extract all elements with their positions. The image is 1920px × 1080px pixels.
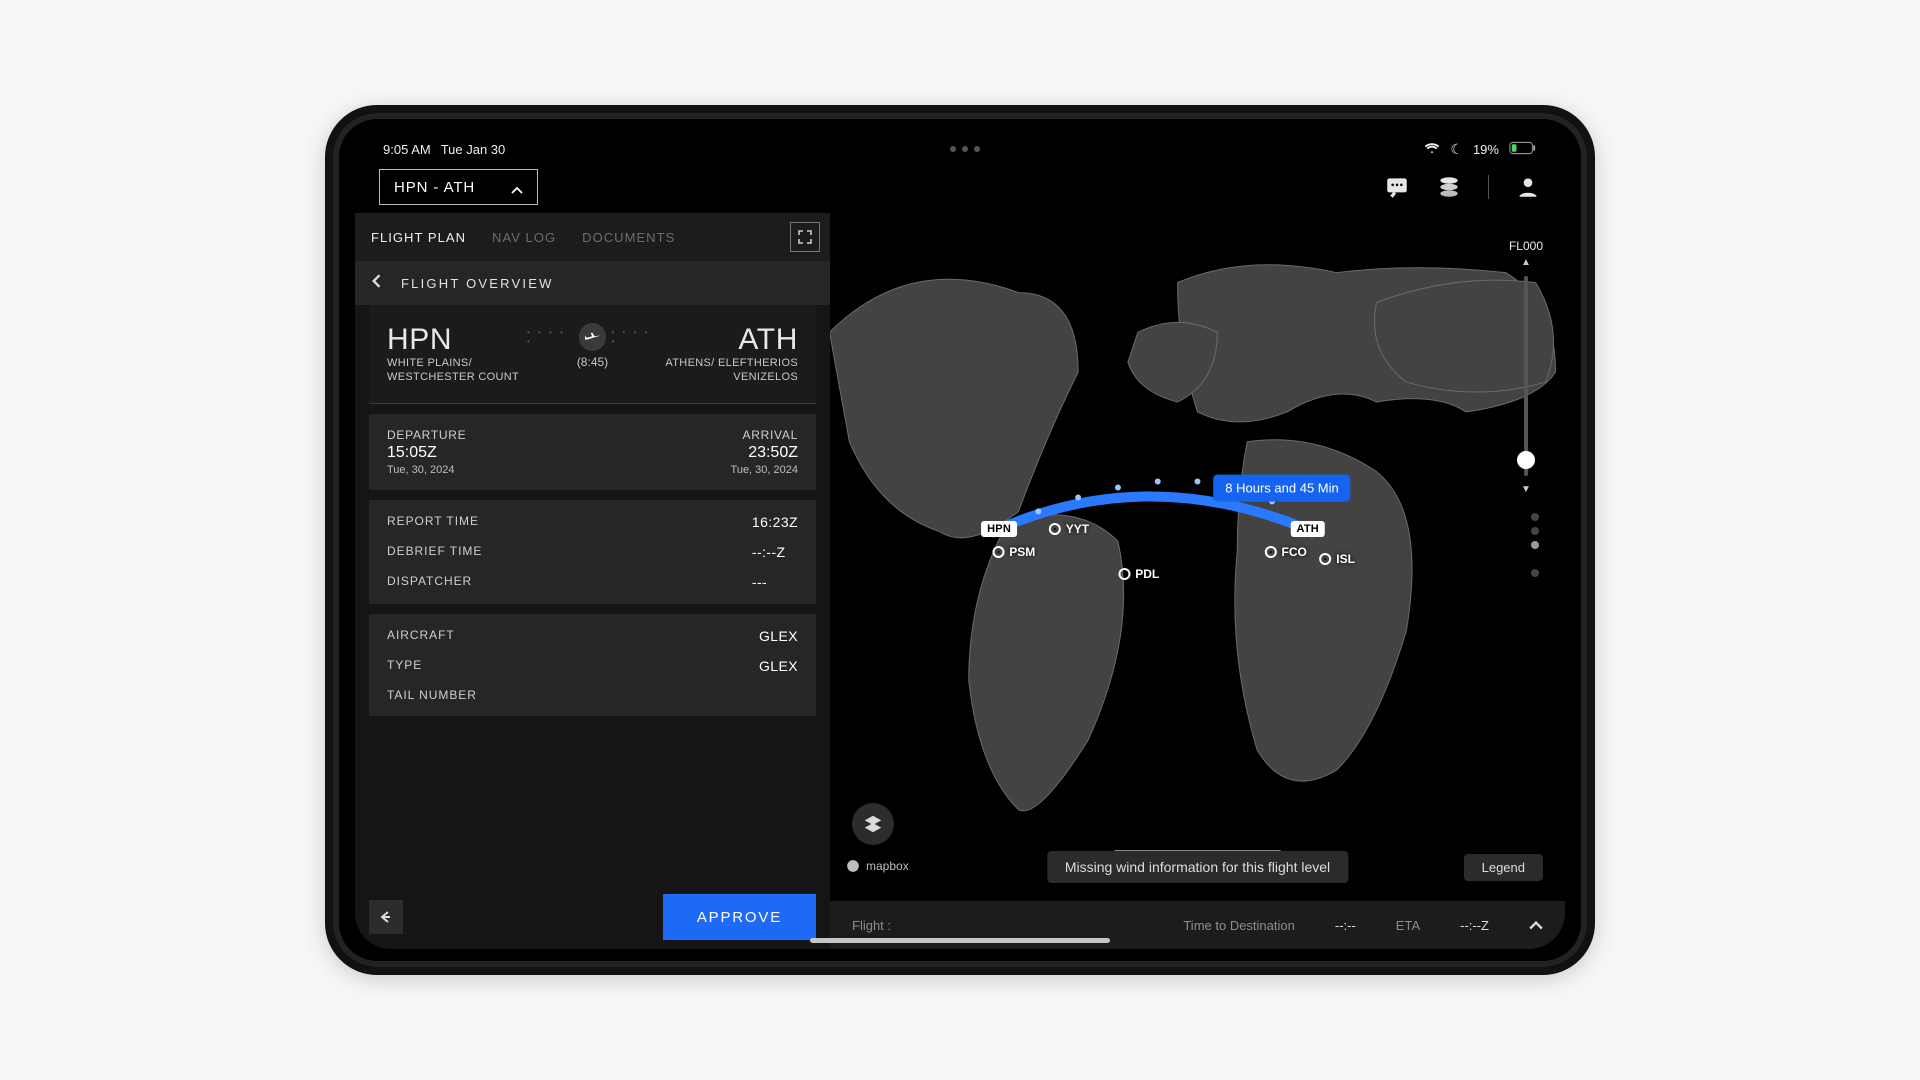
debrief-time: --:--Z [752, 544, 798, 560]
route-card: HPN WHITE PLAINS/ WESTCHESTER COUNT • • … [369, 305, 816, 404]
departure-label: DEPARTURE [387, 428, 466, 442]
times-card: DEPARTURE 15:05Z Tue, 30, 2024 ARRIVAL 2… [369, 414, 816, 490]
world-map[interactable] [830, 213, 1565, 949]
origin-code: HPN [387, 323, 452, 357]
tail-value [759, 688, 798, 702]
status-time: 9:05 AM [383, 142, 431, 157]
dispatcher-label: DISPATCHER [387, 574, 752, 590]
plane-icon [579, 323, 605, 351]
side-panel-tabs: FLIGHT PLAN NAV LOG DOCUMENTS [355, 213, 830, 261]
altitude-dots[interactable] [1531, 513, 1539, 577]
bottom-bar: APPROVE [355, 885, 830, 949]
tail-label: TAIL NUMBER [387, 688, 759, 702]
flight-level-slider[interactable]: FL000 ▲ ▼ [1509, 239, 1543, 495]
departure-time: 15:05Z [387, 444, 466, 462]
crew-card: REPORT TIME 16:23Z DEBRIEF TIME --:--Z D… [369, 500, 816, 604]
expand-button[interactable] [790, 222, 820, 252]
debrief-label: DEBRIEF TIME [387, 544, 752, 560]
route-selector[interactable]: HPN - ATH [379, 169, 538, 205]
subhead-title: FLIGHT OVERVIEW [401, 276, 554, 291]
waypoint-pdl[interactable]: PDL [1118, 567, 1159, 581]
aircraft-card: AIRCRAFT GLEX TYPE GLEX TAIL NUMBER [369, 614, 816, 716]
data-layers-button[interactable] [1436, 174, 1462, 200]
flight-label: Flight : [852, 918, 891, 933]
dest-name: ATHENS/ ELEFTHERIOS VENIZELOS [658, 357, 798, 385]
status-bar: 9:05 AM Tue Jan 30 ☾ 19% [383, 137, 1537, 161]
arrival-date: Tue, 30, 2024 [731, 464, 798, 476]
subhead[interactable]: FLIGHT OVERVIEW [355, 261, 830, 305]
map-attribution: mapbox [846, 859, 909, 873]
map-area[interactable]: HPN ATH 8 Hours and 45 Min PSM YYT PDL F… [830, 213, 1565, 949]
map-dest-pill[interactable]: ATH [1291, 521, 1325, 537]
status-left: 9:05 AM Tue Jan 30 [383, 142, 505, 157]
arrival-time: 23:50Z [748, 444, 798, 462]
tab-nav-log[interactable]: NAV LOG [492, 230, 556, 245]
aircraft-value: GLEX [759, 628, 798, 644]
back-button[interactable] [369, 900, 403, 934]
dash-right: • • • • • [612, 328, 658, 346]
moon-icon: ☾ [1450, 141, 1463, 158]
profile-button[interactable] [1515, 174, 1541, 200]
mapbox-label: mapbox [866, 859, 909, 873]
flight-duration: (8:45) [577, 355, 608, 369]
status-right: ☾ 19% [1424, 140, 1537, 159]
dest-code: ATH [738, 323, 798, 357]
report-time-label: REPORT TIME [387, 514, 752, 530]
legend-button[interactable]: Legend [1464, 854, 1543, 881]
slider-track[interactable] [1524, 276, 1528, 476]
eta-value: --:--Z [1460, 918, 1489, 933]
app-bar: HPN - ATH [379, 161, 1541, 213]
chevron-up-icon[interactable]: ▲ [1521, 257, 1531, 268]
wind-toast: Missing wind information for this flight… [1047, 851, 1348, 883]
battery-icon [1509, 141, 1537, 158]
waypoint-isl[interactable]: ISL [1319, 552, 1355, 566]
ttd-value: --:-- [1335, 918, 1356, 933]
departure-date: Tue, 30, 2024 [387, 464, 466, 476]
waypoint-ring-icon [1049, 523, 1061, 535]
footer-expand[interactable] [1529, 918, 1543, 933]
tab-documents[interactable]: DOCUMENTS [582, 230, 675, 245]
tab-flight-plan[interactable]: FLIGHT PLAN [371, 230, 466, 245]
eta-label: ETA [1396, 918, 1420, 933]
map-layers-button[interactable] [852, 803, 894, 845]
route-label: HPN - ATH [394, 179, 475, 196]
type-value: GLEX [759, 658, 798, 674]
dash-left: • • • • • [527, 328, 573, 346]
multitask-dots[interactable] [950, 146, 980, 152]
type-label: TYPE [387, 658, 759, 674]
vertical-divider [1488, 175, 1489, 199]
report-time: 16:23Z [752, 514, 798, 530]
waypoint-fco[interactable]: FCO [1265, 545, 1307, 559]
fl-label: FL000 [1509, 239, 1543, 253]
ttd-label: Time to Destination [1183, 918, 1295, 933]
waypoint-psm[interactable]: PSM [992, 545, 1035, 559]
chevron-up-icon [511, 181, 523, 193]
waypoint-ring-icon [992, 546, 1004, 558]
arrival-label: ARRIVAL [742, 428, 798, 442]
aircraft-label: AIRCRAFT [387, 628, 759, 644]
approve-button[interactable]: APPROVE [663, 894, 816, 940]
status-date: Tue Jan 30 [441, 142, 506, 157]
map-origin-pill[interactable]: HPN [981, 521, 1017, 537]
messages-button[interactable] [1384, 174, 1410, 200]
waypoint-ring-icon [1118, 568, 1130, 580]
slider-thumb[interactable] [1517, 451, 1535, 469]
eta-tooltip: 8 Hours and 45 Min [1213, 475, 1350, 502]
origin-name: WHITE PLAINS/ WESTCHESTER COUNT [387, 357, 527, 385]
home-indicator[interactable] [810, 938, 1110, 943]
dispatcher: --- [752, 574, 798, 590]
side-panel: FLIGHT PLAN NAV LOG DOCUMENTS FLIGHT OVE… [355, 213, 830, 949]
chevron-left-icon [371, 274, 385, 293]
waypoint-ring-icon [1265, 546, 1277, 558]
waypoint-yyt[interactable]: YYT [1049, 522, 1089, 536]
waypoint-ring-icon [1319, 553, 1331, 565]
battery-pct: 19% [1473, 142, 1499, 157]
wifi-icon [1424, 140, 1440, 159]
chevron-down-icon[interactable]: ▼ [1521, 484, 1531, 495]
